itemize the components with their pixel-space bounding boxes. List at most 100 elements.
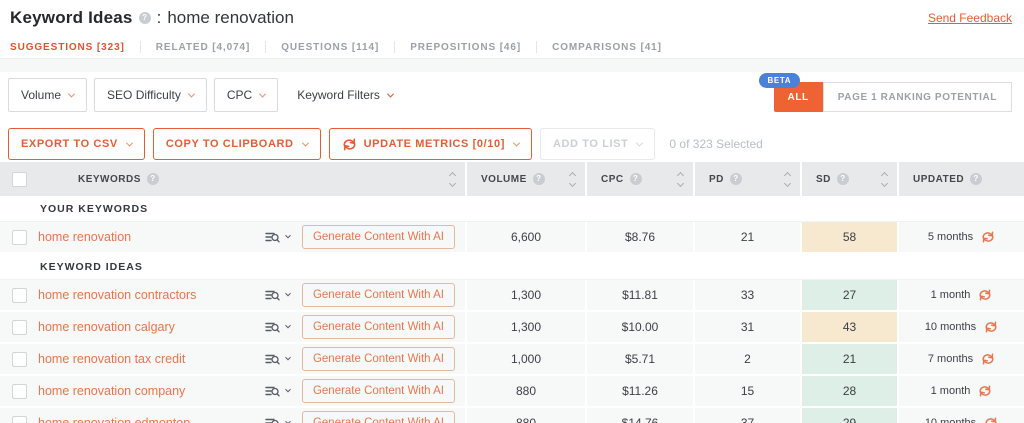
search-list-icon bbox=[265, 354, 280, 364]
header-volume-label-wrap: VOLUME ? bbox=[481, 173, 545, 185]
info-icon[interactable]: ? bbox=[729, 173, 742, 185]
header-keywords[interactable]: KEYWORDS ? bbox=[38, 162, 465, 196]
actionbar: EXPORT TO CSV COPY TO CLIPBOARD UPDATE M… bbox=[0, 118, 1024, 162]
sort-toggle-keywords[interactable] bbox=[448, 171, 457, 187]
select-all-checkbox[interactable] bbox=[11, 171, 27, 187]
pd-value: 2 bbox=[693, 344, 800, 374]
header-checkbox-cell bbox=[0, 162, 38, 196]
row-checkbox[interactable] bbox=[11, 319, 27, 335]
sd-value: 29 bbox=[800, 408, 897, 423]
chevron-down-icon bbox=[285, 322, 291, 329]
topbar: Keyword Ideas ? : home renovation Send F… bbox=[0, 0, 1024, 36]
header-volume[interactable]: VOLUME ? bbox=[465, 162, 585, 196]
sd-value: 27 bbox=[800, 280, 897, 310]
refresh-icon[interactable] bbox=[981, 353, 995, 365]
volume-value: 880 bbox=[465, 408, 585, 423]
row-checkbox[interactable] bbox=[11, 415, 27, 423]
copy-to-clipboard-button[interactable]: COPY TO CLIPBOARD bbox=[152, 128, 321, 160]
refresh-icon[interactable] bbox=[978, 289, 992, 301]
refresh-icon[interactable] bbox=[984, 417, 998, 423]
info-icon[interactable]: ? bbox=[138, 12, 151, 24]
update-metrics-button[interactable]: UPDATE METRICS [0/10] bbox=[328, 128, 532, 160]
chevron-down-icon bbox=[285, 418, 291, 423]
pd-value: 37 bbox=[693, 408, 800, 423]
chevron-down-icon bbox=[636, 139, 644, 147]
row-checkbox[interactable] bbox=[11, 229, 27, 245]
keyword-link[interactable]: home renovation contractors bbox=[38, 288, 265, 302]
row-checkbox[interactable] bbox=[11, 351, 27, 367]
volume-filter-dropdown[interactable]: Volume bbox=[8, 78, 88, 112]
generate-content-ai-button[interactable]: Generate Content With AI bbox=[301, 283, 455, 307]
keyword-link[interactable]: home renovation company bbox=[38, 384, 265, 398]
refresh-icon[interactable] bbox=[981, 231, 995, 243]
header-cpc[interactable]: CPC ? bbox=[585, 162, 693, 196]
keyword-filters-toggle[interactable]: Keyword Filters bbox=[297, 88, 394, 102]
search-list-dropdown[interactable] bbox=[265, 321, 291, 334]
generate-content-ai-button[interactable]: Generate Content With AI bbox=[301, 411, 455, 423]
row-checkbox[interactable] bbox=[11, 287, 27, 303]
table-row: home renovation company Generate Content… bbox=[0, 376, 1024, 408]
keyword-link[interactable]: home renovation edmonton bbox=[38, 416, 265, 423]
seo-difficulty-filter-dropdown[interactable]: SEO Difficulty bbox=[94, 78, 207, 112]
generate-content-ai-button[interactable]: Generate Content With AI bbox=[301, 225, 455, 249]
row-checkbox[interactable] bbox=[11, 383, 27, 399]
title-separator: : bbox=[156, 8, 162, 27]
tab-prepositions[interactable]: PREPOSITIONS [46] bbox=[410, 42, 521, 53]
chevron-down-icon bbox=[512, 139, 521, 147]
beta-badge: BETA bbox=[758, 73, 801, 88]
keyword-link[interactable]: home renovation calgary bbox=[38, 320, 265, 334]
generate-content-ai-button[interactable]: Generate Content With AI bbox=[301, 347, 455, 371]
sort-toggle-volume[interactable] bbox=[568, 171, 577, 187]
export-to-csv-button[interactable]: EXPORT TO CSV bbox=[8, 128, 145, 160]
sort-toggle-cpc[interactable] bbox=[676, 171, 685, 187]
cpc-filter-dropdown[interactable]: CPC bbox=[213, 78, 279, 112]
volume-value: 1,300 bbox=[465, 280, 585, 310]
volume-value: 880 bbox=[465, 376, 585, 406]
search-list-dropdown[interactable] bbox=[265, 353, 291, 366]
header-volume-label: VOLUME bbox=[481, 173, 527, 185]
keyword-link[interactable]: home renovation bbox=[38, 230, 265, 244]
updated-value: 5 months bbox=[927, 231, 974, 243]
page-title: Keyword Ideas bbox=[10, 8, 133, 27]
sort-toggle-sd[interactable] bbox=[880, 171, 889, 187]
header-pd[interactable]: PD ? bbox=[693, 162, 800, 196]
toggle-page1-ranking-button[interactable]: PAGE 1 RANKING POTENTIAL bbox=[822, 82, 1012, 112]
add-to-list-button[interactable]: ADD TO LIST bbox=[539, 128, 656, 160]
header-sd[interactable]: SD ? bbox=[800, 162, 897, 196]
chevron-down-icon bbox=[187, 90, 195, 98]
search-list-dropdown[interactable] bbox=[265, 289, 291, 302]
tab-related[interactable]: RELATED [4,074] bbox=[156, 42, 250, 53]
keyword-cell: home renovation calgary Generate Content… bbox=[38, 312, 465, 342]
info-icon[interactable]: ? bbox=[146, 173, 159, 185]
search-list-dropdown[interactable] bbox=[265, 385, 291, 398]
updated-cell: 10 months bbox=[897, 312, 1024, 342]
tab-suggestions[interactable]: SUGGESTIONS [323] bbox=[10, 42, 125, 53]
filterbar: Volume SEO Difficulty CPC Keyword Filter… bbox=[0, 72, 1024, 118]
chevron-down-icon bbox=[67, 90, 76, 98]
search-list-dropdown[interactable] bbox=[265, 417, 291, 423]
info-icon[interactable]: ? bbox=[836, 173, 849, 185]
export-label: EXPORT TO CSV bbox=[21, 138, 118, 150]
send-feedback-link[interactable]: Send Feedback bbox=[928, 11, 1012, 25]
chevron-down-icon bbox=[285, 354, 291, 361]
refresh-icon[interactable] bbox=[978, 385, 992, 397]
info-icon[interactable]: ? bbox=[970, 173, 983, 185]
refresh-icon[interactable] bbox=[984, 321, 998, 333]
info-icon[interactable]: ? bbox=[532, 173, 545, 185]
tab-questions[interactable]: QUESTIONS [114] bbox=[281, 42, 379, 53]
seo-difficulty-filter-label: SEO Difficulty bbox=[107, 88, 181, 102]
sort-toggle-pd[interactable] bbox=[783, 171, 792, 187]
info-icon[interactable]: ? bbox=[629, 173, 642, 185]
table-header: KEYWORDS ? VOLUME ? CPC ? PD ? SD ? UPDA… bbox=[0, 162, 1024, 196]
updated-value: 10 months bbox=[924, 417, 977, 423]
generate-content-ai-button[interactable]: Generate Content With AI bbox=[301, 315, 455, 339]
search-list-icon bbox=[265, 418, 279, 423]
search-list-dropdown[interactable] bbox=[265, 231, 291, 244]
generate-content-ai-button[interactable]: Generate Content With AI bbox=[301, 379, 455, 403]
keyword-link[interactable]: home renovation tax credit bbox=[38, 352, 265, 366]
keyword-cell: home renovation company Generate Content… bbox=[38, 376, 465, 406]
sd-value: 28 bbox=[800, 376, 897, 406]
tab-comparisons[interactable]: COMPARISONS [41] bbox=[552, 42, 662, 53]
updated-value: 1 month bbox=[930, 289, 971, 301]
keyword-cell: home renovation Generate Content With AI bbox=[38, 222, 465, 252]
